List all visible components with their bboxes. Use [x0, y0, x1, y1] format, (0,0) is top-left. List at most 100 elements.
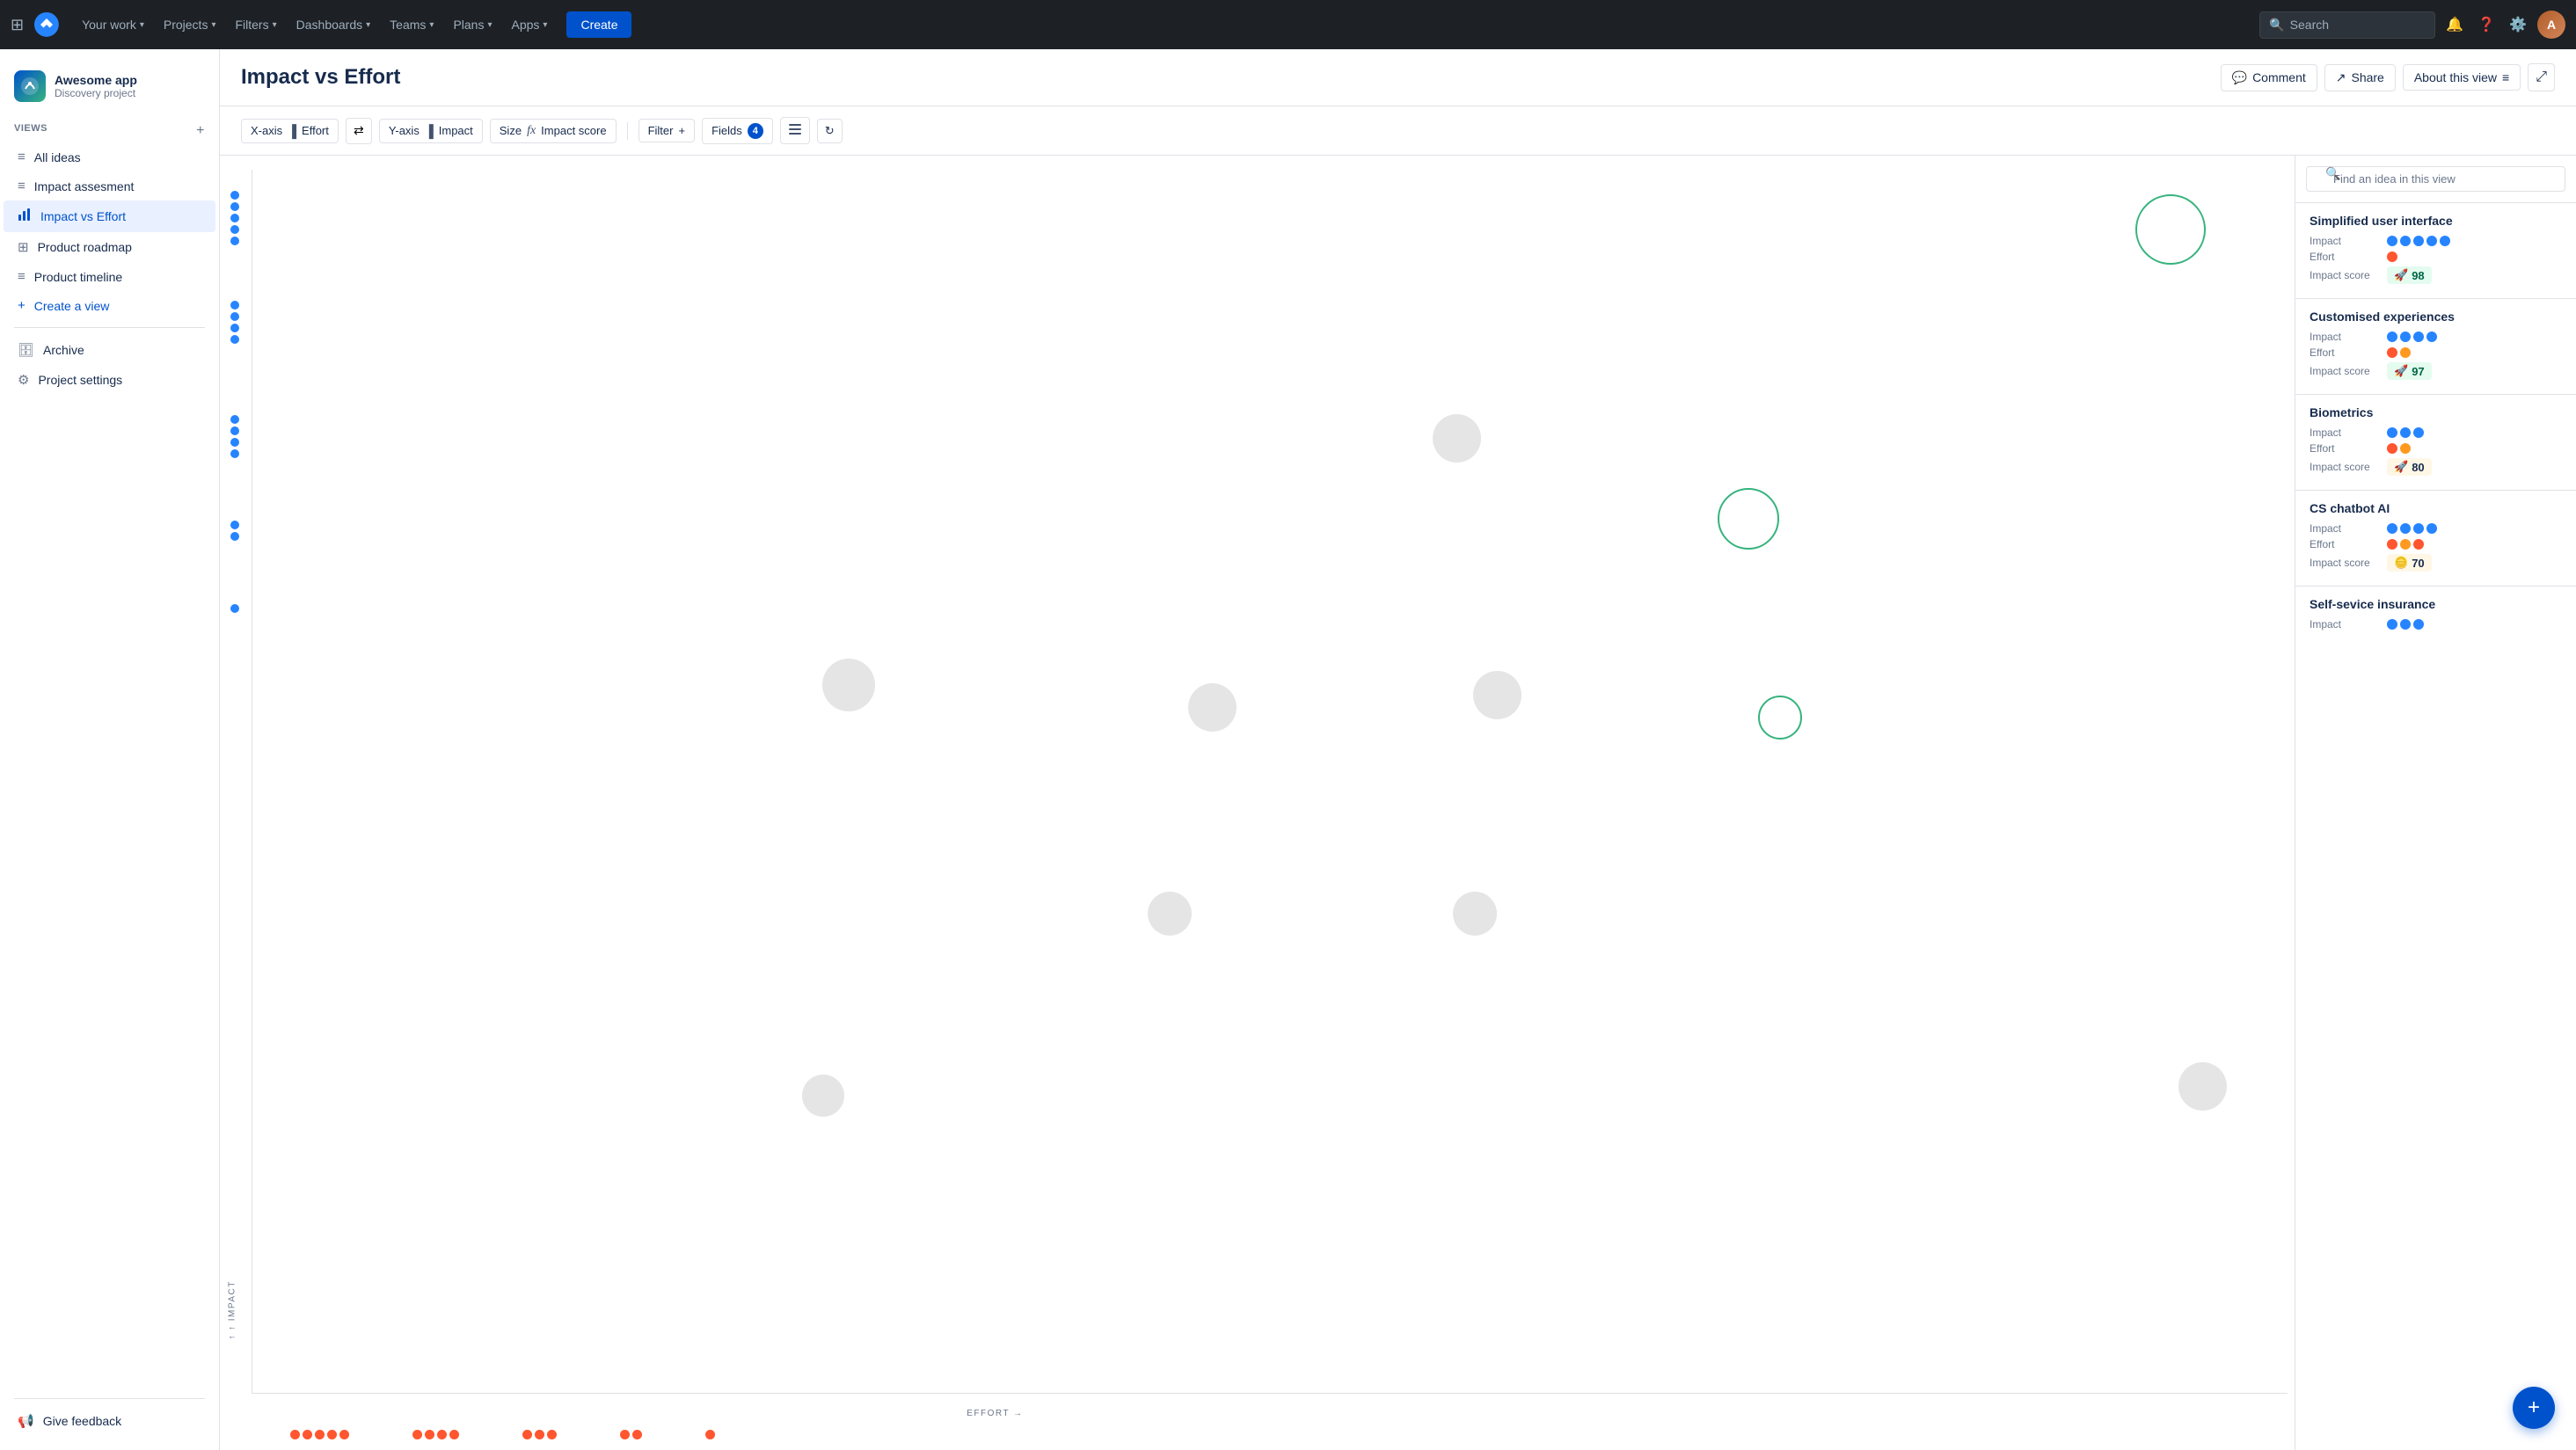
bubble-8[interactable]: [2178, 1062, 2227, 1111]
chevron-down-icon: ▾: [366, 20, 370, 30]
nav-dashboards[interactable]: Dashboards ▾: [288, 12, 380, 37]
impact-field: Impact: [2310, 235, 2562, 247]
sidebar-item-project-settings[interactable]: ⚙ Project settings: [4, 365, 215, 395]
chart-panel: ↑ ↑ IMPACT EFFORT →: [220, 156, 2576, 1450]
list-icon: ≡: [18, 269, 26, 284]
idea-title: Biometrics: [2310, 405, 2562, 419]
yaxis-label: Y-axis: [389, 124, 420, 137]
sidebar-item-impact-vs-effort[interactable]: Impact vs Effort: [4, 200, 215, 232]
bubble-7[interactable]: [802, 1075, 844, 1117]
right-panel-search-area: 🔍: [2295, 156, 2576, 203]
idea-card-customised[interactable]: Customised experiences Impact Effort: [2295, 299, 2576, 395]
idea-card-self-service[interactable]: Self-sevice insurance Impact: [2295, 587, 2576, 645]
idea-card-biometrics[interactable]: Biometrics Impact Effort: [2295, 395, 2576, 491]
idea-card-simplified[interactable]: Simplified user interface Impact Effort: [2295, 203, 2576, 299]
chevron-down-icon: ▾: [273, 20, 277, 30]
bubble-biometrics[interactable]: [1758, 696, 1802, 740]
bar-chart-icon-2: ▐: [425, 124, 434, 138]
idea-title: Self-sevice insurance: [2310, 597, 2562, 611]
bubble-simplified-ui[interactable]: [2135, 194, 2206, 265]
comment-icon: 💬: [2232, 70, 2247, 85]
nav-filters[interactable]: Filters ▾: [226, 12, 285, 37]
group-icon: [788, 122, 802, 139]
impact-dots: [2387, 523, 2437, 534]
size-button[interactable]: Size fx Impact score: [490, 119, 617, 143]
grid-icon[interactable]: ⊞: [11, 16, 24, 34]
group-button[interactable]: [780, 117, 810, 144]
bubble-2[interactable]: [822, 659, 875, 711]
toolbar: X-axis ▐ Effort ⇄ Y-axis ▐ Impact Size f…: [220, 106, 2576, 156]
refresh-button[interactable]: ↻: [817, 119, 843, 143]
share-button[interactable]: ↗ Share: [2324, 64, 2396, 91]
expand-button[interactable]: ⤢: [2528, 63, 2555, 91]
add-view-icon[interactable]: +: [196, 123, 205, 139]
nav-plans[interactable]: Plans ▾: [444, 12, 500, 37]
score-badge: 🚀 98: [2387, 266, 2432, 284]
project-subtitle: Discovery project: [55, 87, 137, 99]
settings-icon[interactable]: ⚙️: [2506, 12, 2530, 37]
score-field: Impact score 🪙 70: [2310, 554, 2562, 572]
topnav-right: 🔍 🔔 ❓ ⚙️ A: [2259, 11, 2565, 39]
chevron-down-icon: ▾: [487, 20, 492, 30]
sidebar-item-create-view[interactable]: + Create a view: [4, 291, 215, 320]
effort-dots: [2387, 539, 2424, 550]
jira-logo[interactable]: [34, 12, 59, 37]
bubble-customised[interactable]: [1718, 488, 1779, 550]
sidebar-item-impact-assessment[interactable]: ≡ Impact assesment: [4, 171, 215, 200]
bubble-1[interactable]: [1433, 414, 1481, 463]
idea-title: CS chatbot AI: [2310, 501, 2562, 515]
bubble-3[interactable]: [1188, 683, 1237, 732]
nav-your-work[interactable]: Your work ▾: [73, 12, 153, 37]
fields-button[interactable]: Fields 4: [702, 118, 773, 144]
search-box[interactable]: 🔍: [2259, 11, 2435, 39]
create-button[interactable]: Create: [566, 11, 631, 38]
chevron-down-icon: ▾: [429, 20, 434, 30]
impact-dots: [2387, 427, 2424, 438]
main-layout: Awesome app Discovery project VIEWS + ≡ …: [0, 49, 2576, 1450]
sidebar-item-all-ideas[interactable]: ≡ All ideas: [4, 142, 215, 171]
search-input[interactable]: [2290, 18, 2426, 32]
swap-axes-button[interactable]: ⇄: [346, 118, 372, 144]
avatar[interactable]: A: [2537, 11, 2565, 39]
chevron-down-icon: ▾: [543, 20, 547, 30]
sidebar-item-give-feedback[interactable]: 📢 Give feedback: [4, 1406, 215, 1436]
yaxis-button[interactable]: Y-axis ▐ Impact: [379, 119, 483, 143]
search-icon-panel: 🔍: [2325, 166, 2340, 181]
nav-projects[interactable]: Projects ▾: [155, 12, 225, 37]
lines-icon: ≡: [2502, 70, 2509, 84]
score-field: Impact score 🚀 80: [2310, 458, 2562, 476]
impact-field: Impact: [2310, 618, 2562, 630]
effort-dots: [2387, 443, 2411, 454]
archive-icon: 🗄: [18, 342, 34, 358]
help-icon[interactable]: ❓: [2474, 12, 2499, 37]
nav-teams[interactable]: Teams ▾: [381, 12, 442, 37]
about-view-button[interactable]: About this view ≡: [2403, 64, 2521, 91]
notifications-icon[interactable]: 🔔: [2442, 12, 2467, 37]
idea-card-chatbot[interactable]: CS chatbot AI Impact Effort: [2295, 491, 2576, 587]
xaxis-button[interactable]: X-axis ▐ Effort: [241, 119, 339, 143]
impact-dots: [2387, 236, 2450, 246]
y-axis-dots-top: [230, 191, 239, 245]
sidebar-item-product-timeline[interactable]: ≡ Product timeline: [4, 262, 215, 291]
create-idea-fab[interactable]: +: [2513, 1387, 2555, 1429]
y-axis-label: ↑ ↑ IMPACT: [228, 1280, 237, 1339]
nav-apps[interactable]: Apps ▾: [503, 12, 557, 37]
sidebar-item-product-roadmap[interactable]: ⊞ Product roadmap: [4, 232, 215, 262]
sidebar-project[interactable]: Awesome app Discovery project: [0, 63, 219, 116]
content-header: Impact vs Effort 💬 Comment ↗ Share About…: [220, 49, 2576, 106]
size-value: Impact score: [541, 124, 606, 137]
bubble-4[interactable]: [1473, 671, 1522, 719]
filter-button[interactable]: Filter +: [639, 119, 695, 142]
share-icon: ↗: [2336, 70, 2346, 85]
bubble-6[interactable]: [1453, 892, 1497, 936]
impact-dots: [2387, 332, 2437, 342]
sidebar-item-archive[interactable]: 🗄 Archive: [4, 335, 215, 365]
rocket-icon: 🚀: [2394, 364, 2408, 378]
panel-search-input[interactable]: [2306, 166, 2565, 192]
gear-icon: ⚙: [18, 372, 29, 388]
idea-title: Customised experiences: [2310, 310, 2562, 324]
y-axis-dots-mid-high: [230, 301, 239, 344]
comment-button[interactable]: 💬 Comment: [2221, 64, 2317, 91]
sidebar: Awesome app Discovery project VIEWS + ≡ …: [0, 49, 220, 1450]
bubble-5[interactable]: [1148, 892, 1192, 936]
